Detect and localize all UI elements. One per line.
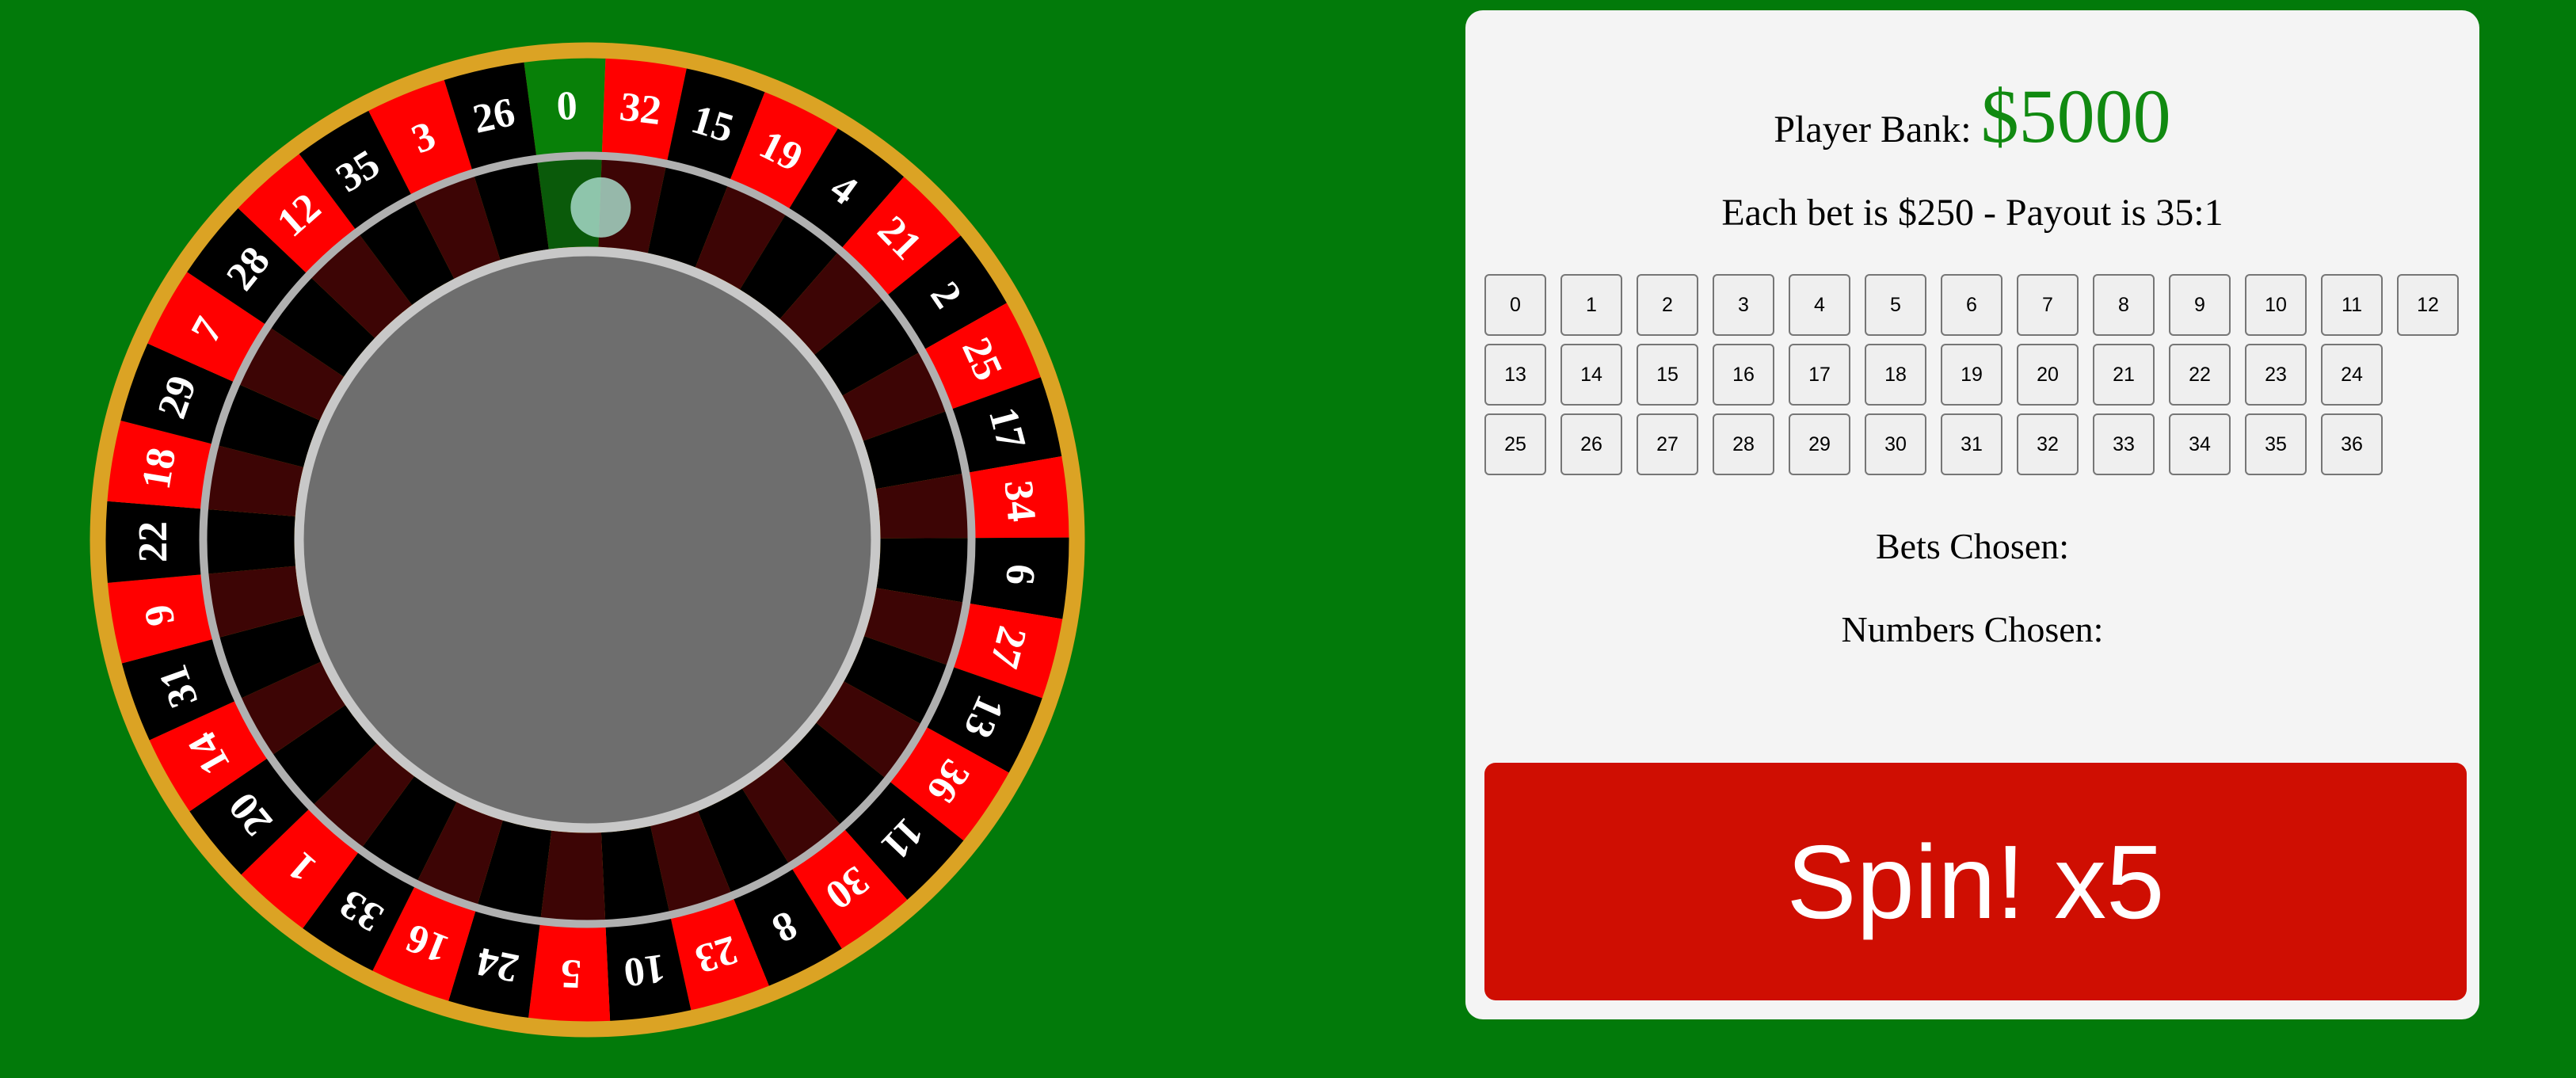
bet-button-22[interactable]: 22: [2169, 344, 2231, 406]
player-bank-label: Player Bank:: [1774, 109, 1972, 150]
bet-button-33[interactable]: 33: [2093, 413, 2155, 475]
pocket-number-22: 22: [131, 521, 176, 562]
bet-button-27[interactable]: 27: [1637, 413, 1698, 475]
betting-panel: Player Bank: $5000 Each bet is $250 - Pay…: [1465, 10, 2479, 1019]
numbers-chosen-label: Numbers Chosen:: [1841, 609, 2104, 649]
bet-button-30[interactable]: 30: [1865, 413, 1926, 475]
bet-button-5[interactable]: 5: [1865, 274, 1926, 336]
pocket-number-32: 32: [617, 84, 664, 134]
bet-button-26[interactable]: 26: [1560, 413, 1622, 475]
roulette-wheel: 0 32 15 19421225173462713361130823105241633…: [90, 42, 1085, 1038]
bet-button-9[interactable]: 9: [2169, 274, 2231, 336]
bet-button-18[interactable]: 18: [1865, 344, 1926, 406]
pocket-number-18: 18: [134, 444, 185, 493]
bet-button-0[interactable]: 0: [1484, 274, 1546, 336]
bet-button-28[interactable]: 28: [1713, 413, 1774, 475]
bet-button-8[interactable]: 8: [2093, 274, 2155, 336]
bet-button-20[interactable]: 20: [2017, 344, 2079, 406]
bet-button-17[interactable]: 17: [1789, 344, 1850, 406]
bet-button-3[interactable]: 3: [1713, 274, 1774, 336]
bet-button-15[interactable]: 15: [1637, 344, 1698, 406]
bet-button-19[interactable]: 19: [1941, 344, 2002, 406]
pocket-number-5: 5: [560, 950, 582, 996]
bet-button-36[interactable]: 36: [2321, 413, 2383, 475]
bet-button-29[interactable]: 29: [1789, 413, 1850, 475]
bets-chosen-label: Bets Chosen:: [1875, 526, 2070, 566]
bet-button-21[interactable]: 21: [2093, 344, 2155, 406]
bet-button-6[interactable]: 6: [1941, 274, 2002, 336]
bet-button-4[interactable]: 4: [1789, 274, 1850, 336]
pocket-number-10: 10: [621, 945, 668, 995]
pocket-number-6: 6: [996, 562, 1043, 586]
bet-button-14[interactable]: 14: [1560, 344, 1622, 406]
bet-button-10[interactable]: 10: [2245, 274, 2307, 336]
bet-button-1[interactable]: 1: [1560, 274, 1622, 336]
bet-button-11[interactable]: 11: [2321, 274, 2383, 336]
pocket-number-0: 0: [555, 83, 578, 129]
bet-button-32[interactable]: 32: [2017, 413, 2079, 475]
wheel-hub: [303, 256, 871, 824]
bet-rules-text: Each bet is $250 - Payout is 35:1: [1721, 192, 2224, 234]
bet-button-12[interactable]: 12: [2397, 274, 2459, 336]
bet-button-34[interactable]: 34: [2169, 413, 2231, 475]
player-bank-value: $5000: [1980, 74, 2171, 158]
bet-button-13[interactable]: 13: [1484, 344, 1546, 406]
bet-button-16[interactable]: 16: [1713, 344, 1774, 406]
bet-button-2[interactable]: 2: [1637, 274, 1698, 336]
bet-button-35[interactable]: 35: [2245, 413, 2307, 475]
pocket-inner-5: [540, 830, 606, 924]
spin-button[interactable]: Spin! x5: [1484, 763, 2467, 1000]
bet-button-7[interactable]: 7: [2017, 274, 2079, 336]
bet-button-24[interactable]: 24: [2321, 344, 2383, 406]
roulette-ball: [570, 177, 631, 238]
pocket-number-34: 34: [996, 478, 1044, 524]
bet-button-25[interactable]: 25: [1484, 413, 1546, 475]
pocket-inner-22: [203, 509, 295, 574]
player-bank: Player Bank: $5000: [1465, 72, 2479, 160]
bet-button-23[interactable]: 23: [2245, 344, 2307, 406]
bet-button-31[interactable]: 31: [1941, 413, 2002, 475]
